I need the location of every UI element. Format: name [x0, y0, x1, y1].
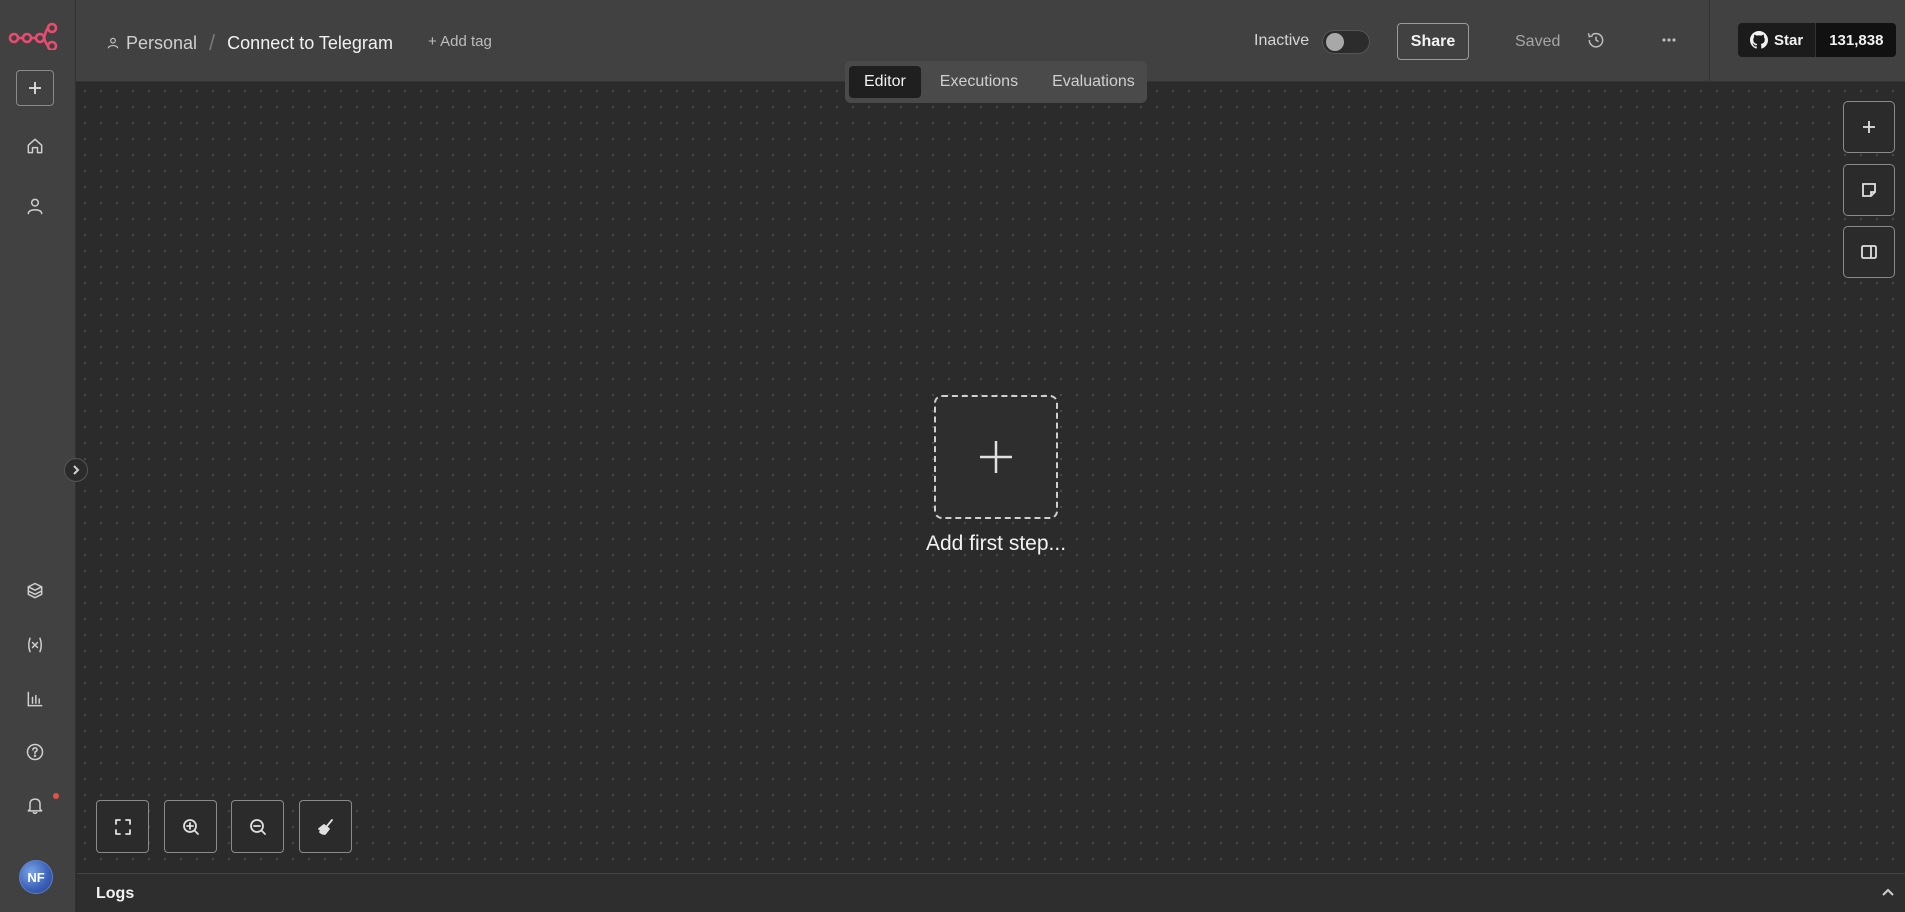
user-icon — [27, 198, 43, 215]
bell-icon — [27, 798, 43, 815]
zoom-in-icon — [182, 818, 199, 835]
fit-view-icon — [114, 818, 131, 835]
add-first-step-label[interactable]: Add first step... — [900, 532, 1092, 556]
add-sticky-note-button[interactable] — [1843, 164, 1895, 216]
bar-chart-icon — [27, 691, 43, 707]
sidebar-item-notifications[interactable] — [16, 786, 59, 824]
broom-icon — [317, 818, 333, 835]
sidebar-expand-button[interactable] — [64, 458, 88, 482]
tab-evaluations[interactable]: Evaluations — [1037, 66, 1150, 98]
toggle-knob — [1326, 33, 1344, 51]
sidebar-item-help[interactable] — [16, 733, 54, 771]
plus-icon — [980, 441, 1012, 473]
chevron-right-icon — [73, 465, 80, 475]
logs-panel[interactable]: Logs — [77, 873, 1905, 912]
sticky-note-icon — [1862, 183, 1876, 197]
github-star-label: Star — [1774, 31, 1804, 49]
breadcrumb: Personal / Connect to Telegram — [106, 30, 393, 56]
breadcrumb-project[interactable]: Personal — [106, 33, 197, 54]
add-tag-button[interactable]: + Add tag — [428, 33, 492, 50]
workflow-history-button[interactable] — [1586, 30, 1608, 52]
zoom-out-button[interactable] — [231, 800, 284, 853]
sidebar-item-overview[interactable] — [16, 127, 54, 165]
create-new-button[interactable] — [16, 70, 54, 106]
sidebar: NF — [0, 0, 88, 912]
logs-label: Logs — [96, 885, 135, 902]
breadcrumb-separator: / — [209, 30, 216, 55]
bell-wrapper — [25, 793, 59, 815]
logs-expand-button[interactable] — [1881, 886, 1895, 900]
tidy-up-button[interactable] — [299, 800, 352, 853]
zoom-to-fit-button[interactable] — [96, 800, 149, 853]
add-first-step-button[interactable] — [934, 395, 1058, 519]
plus-icon — [1863, 121, 1875, 133]
github-star-widget[interactable]: Star 131,838 — [1738, 23, 1897, 57]
user-icon — [107, 37, 119, 49]
n8n-logo[interactable] — [8, 22, 58, 52]
tab-executions[interactable]: Executions — [925, 66, 1033, 98]
active-toggle[interactable] — [1322, 30, 1370, 54]
help-icon — [26, 743, 44, 761]
chevron-up-icon — [1882, 888, 1894, 896]
zoom-in-button[interactable] — [164, 800, 217, 853]
toggle-side-panel-button[interactable] — [1843, 226, 1895, 278]
more-horizontal-icon — [1662, 38, 1676, 42]
sidebar-item-templates[interactable] — [16, 572, 54, 610]
active-status-label: Inactive — [1254, 32, 1310, 49]
breadcrumb-project-label: Personal — [126, 32, 198, 53]
github-star-button[interactable]: Star — [1738, 23, 1817, 57]
more-options-button[interactable] — [1659, 30, 1681, 52]
variables-icon — [28, 637, 42, 653]
sidebar-item-insights[interactable] — [16, 680, 54, 718]
open-nodes-panel-button[interactable] — [1843, 101, 1895, 153]
plus-icon — [29, 82, 41, 94]
avatar[interactable]: NF — [19, 860, 53, 894]
notification-dot — [53, 793, 59, 799]
saved-status: Saved — [1515, 33, 1561, 50]
view-tabs: Editor Executions Evaluations — [845, 61, 1147, 103]
zoom-out-icon — [249, 818, 266, 835]
app-root: NF Personal / Connect to Telegram + Add … — [0, 0, 1905, 912]
sidebar-item-variables[interactable] — [16, 626, 54, 664]
share-button[interactable]: Share — [1397, 23, 1469, 60]
home-icon — [27, 138, 43, 154]
history-icon — [1587, 32, 1604, 48]
panel-right-icon — [1861, 245, 1877, 259]
tab-editor[interactable]: Editor — [849, 66, 921, 98]
github-star-count[interactable]: 131,838 — [1816, 23, 1897, 57]
github-icon — [1750, 31, 1768, 49]
header-divider — [1709, 0, 1710, 82]
sidebar-item-personal[interactable] — [16, 187, 54, 225]
workflow-title[interactable]: Connect to Telegram — [227, 33, 393, 54]
box-icon — [27, 582, 43, 599]
